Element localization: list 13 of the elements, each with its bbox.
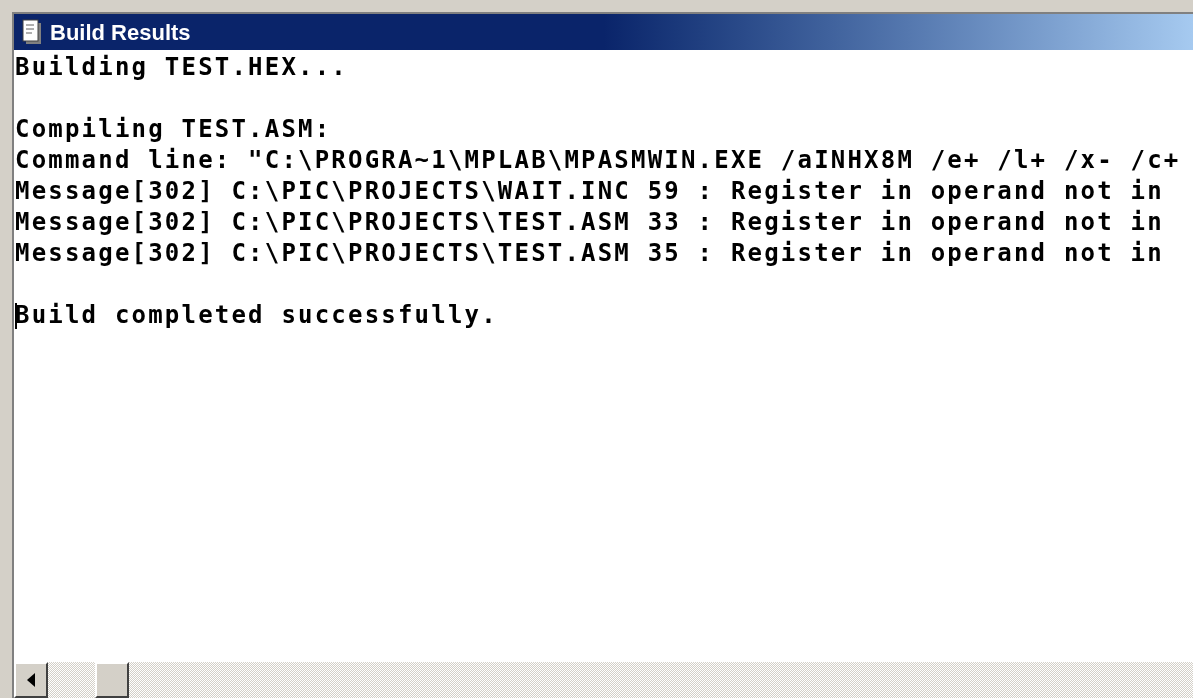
- output-line: Building TEST.HEX...: [15, 52, 348, 83]
- output-line: Build completed successfully.: [15, 300, 498, 331]
- document-icon: [22, 19, 42, 45]
- output-line: Message[302] C:\PIC\PROJECTS\WAIT.INC 59 : Register in operand not in: [15, 176, 1164, 207]
- scrollbar-thumb[interactable]: [95, 662, 129, 698]
- window-title: Build Results: [50, 18, 191, 47]
- scroll-left-button[interactable]: [14, 662, 48, 698]
- output-line: Message[302] C:\PIC\PROJECTS\TEST.ASM 33 : Register in operand not in: [15, 207, 1164, 238]
- output-line: Command line: "C:\PROGRA~1\MPLAB\MPASMWIN.EXE /aINHX8M /e+ /l+ /x- /c+: [15, 145, 1181, 176]
- horizontal-scrollbar[interactable]: [14, 662, 1193, 698]
- output-line: Message[302] C:\PIC\PROJECTS\TEST.ASM 35 : Register in operand not in: [15, 238, 1164, 269]
- output-line: Compiling TEST.ASM:: [15, 114, 332, 145]
- left-arrow-icon: [27, 673, 35, 687]
